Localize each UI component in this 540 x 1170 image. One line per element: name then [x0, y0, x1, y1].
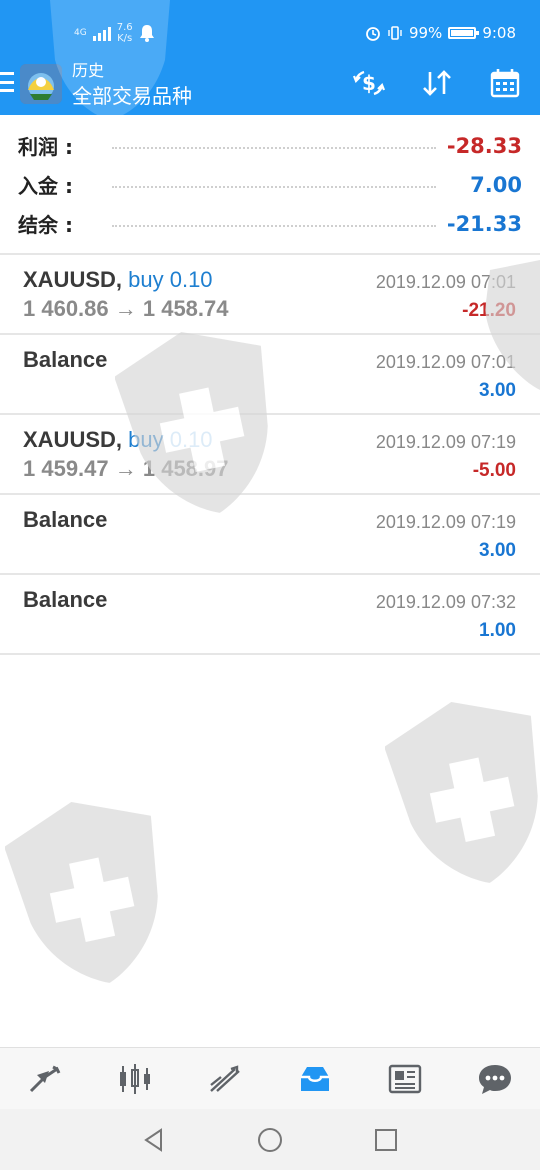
currency-exchange-icon[interactable]: $ — [352, 66, 386, 100]
alarm-icon — [366, 27, 380, 41]
calendar-icon[interactable] — [488, 66, 522, 100]
news-tab[interactable] — [375, 1054, 435, 1104]
row-prices: 1 459.47 → 1 458.97 — [23, 456, 229, 481]
bottom-nav — [0, 1047, 540, 1110]
balance-row: 结余 : -21.33 — [0, 204, 540, 243]
row-amount: -21.20 — [462, 300, 516, 321]
row-amount: -5.00 — [472, 460, 516, 481]
network-label: 4G — [74, 28, 87, 38]
row-date: 2019.12.09 07:19 — [375, 512, 516, 532]
row-symbol-line: XAUUSD, buy 0.10 — [23, 427, 213, 453]
home-button[interactable] — [253, 1123, 287, 1157]
row-date: 2019.12.09 07:01 — [375, 352, 516, 372]
row-symbol-line: Balance — [23, 507, 107, 533]
row-symbol: XAUUSD, — [23, 267, 123, 292]
chart-icon — [120, 1064, 150, 1094]
deposit-row: 入金 : 7.00 — [0, 165, 540, 204]
profit-value: -28.33 — [446, 133, 522, 158]
leader-dots — [112, 225, 436, 227]
battery-icon — [448, 27, 480, 39]
back-button[interactable] — [137, 1123, 171, 1157]
speed-unit: K/s — [117, 33, 133, 44]
row-symbol: Balance — [23, 347, 108, 372]
clock: 9:08 — [482, 24, 516, 42]
history-row[interactable]: XAUUSD, buy 0.10 1 459.47 → 1 458.97 201… — [0, 415, 540, 495]
metatrader-logo-icon[interactable] — [20, 64, 62, 104]
row-date: 2019.12.09 07:32 — [375, 592, 516, 612]
deposit-value: 7.00 — [470, 172, 522, 197]
header-toolbar: $ — [352, 66, 522, 100]
menu-icon[interactable] — [0, 72, 14, 92]
row-amount: 3.00 — [479, 380, 516, 401]
quotes-tab[interactable] — [15, 1054, 75, 1104]
history-icon — [301, 1067, 329, 1091]
trade-tab[interactable] — [195, 1054, 255, 1104]
balance-value: -21.33 — [446, 211, 522, 236]
signal-icon — [92, 25, 111, 41]
page-title[interactable]: 全部交易品种 — [72, 82, 192, 110]
row-side: buy 0.10 — [128, 427, 213, 452]
news-icon — [388, 1064, 422, 1094]
chat-tab[interactable] — [465, 1054, 525, 1104]
row-date: 2019.12.09 07:19 — [375, 432, 516, 452]
trade-icon — [210, 1065, 240, 1092]
recents-square-icon — [375, 1128, 397, 1151]
leader-dots — [112, 147, 436, 149]
summary-panel: 利润 : -28.33 入金 : 7.00 结余 : -21.33 — [0, 126, 540, 243]
shield-watermark-icon — [385, 701, 538, 883]
status-left: 4G 7.6 K/s — [74, 18, 155, 48]
quotes-icon — [29, 1065, 61, 1093]
header-titles: 历史 全部交易品种 — [72, 60, 192, 110]
profit-label: 利润 : — [18, 135, 73, 159]
row-symbol: XAUUSD, — [23, 427, 123, 452]
chat-icon — [479, 1065, 511, 1094]
history-list: XAUUSD, buy 0.10 1 460.86 → 1 458.74 201… — [0, 255, 540, 655]
balance-label: 结余 : — [18, 213, 73, 237]
notification-bell-icon — [139, 25, 154, 42]
vibrate-icon — [388, 26, 402, 40]
row-symbol-line: XAUUSD, buy 0.10 — [23, 267, 213, 293]
row-symbol-line: Balance — [23, 347, 107, 373]
row-amount: 3.00 — [479, 540, 516, 561]
row-symbol-line: Balance — [23, 587, 107, 613]
system-nav-bar — [0, 1109, 540, 1170]
page-subtitle: 历史 — [72, 61, 105, 80]
shield-watermark-icon — [5, 801, 158, 983]
history-row[interactable]: Balance 2019.12.09 07:32 1.00 — [0, 575, 540, 655]
history-row[interactable]: Balance 2019.12.09 07:01 3.00 — [0, 335, 540, 415]
row-amount: 1.00 — [479, 620, 516, 641]
row-symbol: Balance — [23, 507, 108, 532]
network-speed: 7.6 K/s — [117, 22, 133, 44]
profit-row: 利润 : -28.33 — [0, 126, 540, 165]
app-header: 4G 7.6 K/s 99% 9:08 历史 全部交易品种 $ — [0, 0, 540, 115]
sort-icon[interactable] — [420, 66, 454, 100]
row-side: buy 0.10 — [128, 267, 213, 292]
history-row[interactable]: Balance 2019.12.09 07:19 3.00 — [0, 495, 540, 575]
leader-dots — [112, 186, 436, 188]
status-bar: 4G 7.6 K/s 99% 9:08 — [0, 0, 540, 60]
history-tab[interactable] — [285, 1054, 345, 1104]
battery-percent: 99% — [408, 24, 443, 42]
row-prices: 1 460.86 → 1 458.74 — [23, 296, 229, 321]
row-date: 2019.12.09 07:01 — [375, 272, 516, 292]
row-symbol: Balance — [23, 587, 108, 612]
back-triangle-icon — [144, 1127, 162, 1152]
svg-text:$: $ — [362, 71, 376, 95]
history-row[interactable]: XAUUSD, buy 0.10 1 460.86 → 1 458.74 201… — [0, 255, 540, 335]
speed-value: 7.6 — [116, 22, 133, 33]
deposit-label: 入金 : — [18, 174, 73, 198]
chart-tab[interactable] — [105, 1054, 165, 1104]
status-right: 99% 9:08 — [365, 20, 516, 46]
home-circle-icon — [258, 1127, 282, 1152]
recents-button[interactable] — [369, 1123, 403, 1157]
